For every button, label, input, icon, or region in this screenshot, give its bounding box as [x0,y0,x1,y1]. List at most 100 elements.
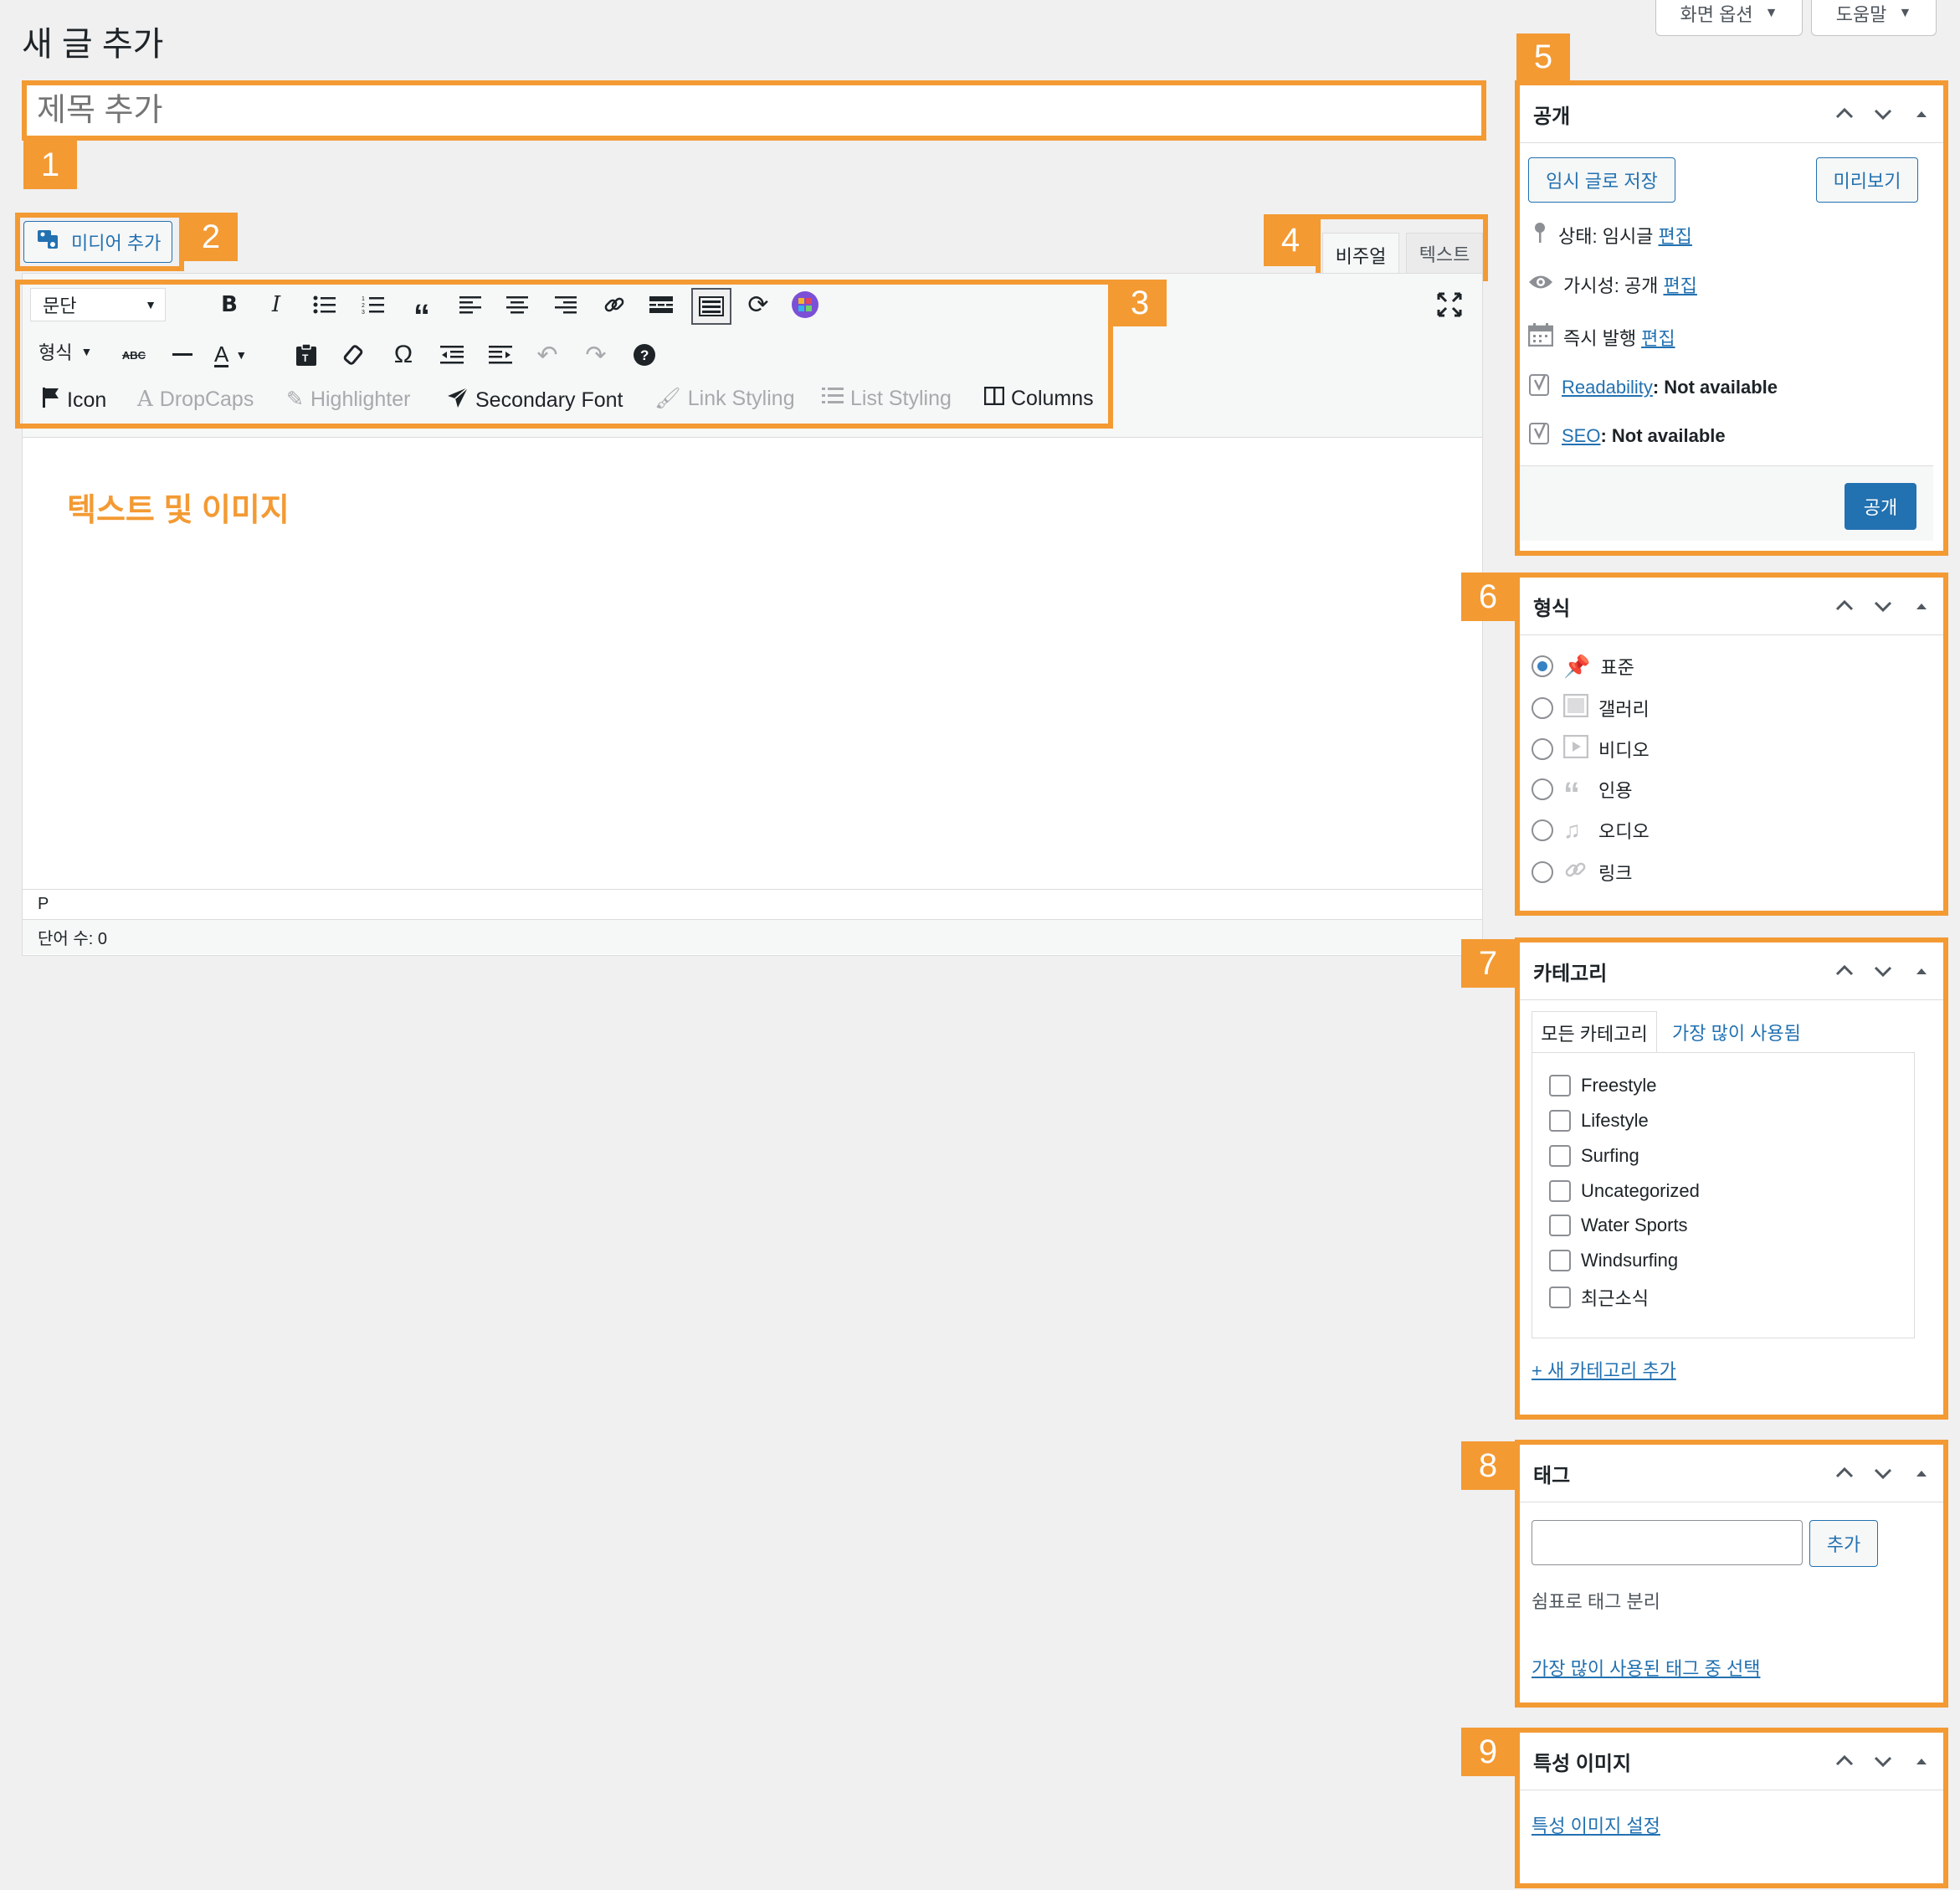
edit-visibility-link[interactable]: 편집 [1663,271,1696,298]
undo-icon[interactable]: ↶ [532,340,562,370]
save-draft-button[interactable]: 임시 글로 저장 [1528,157,1675,203]
checkbox[interactable] [1549,1145,1571,1167]
format-option[interactable]: “ 인용 [1532,776,1632,811]
format-option[interactable]: 비디오 [1532,734,1650,763]
special-char-icon[interactable]: Ω [388,340,418,370]
checkbox[interactable] [1549,1287,1571,1308]
horizontal-line-icon[interactable] [167,340,198,370]
tag-input[interactable] [1532,1520,1803,1565]
radio-button[interactable] [1532,819,1553,841]
redo-icon[interactable]: ↷ [581,340,611,370]
set-featured-image-link[interactable]: 특성 이미지 설정 [1532,1811,1660,1838]
plugin-list-styling-button[interactable]: List Styling [822,387,952,411]
category-item[interactable]: Uncategorized [1549,1180,1700,1202]
help-button[interactable]: 도움말 ▼ [1811,0,1937,36]
edit-status-link[interactable]: 편집 [1658,222,1691,249]
bullet-list-icon[interactable] [310,290,340,320]
italic-icon[interactable]: I [261,290,291,320]
add-tag-button[interactable]: 추가 [1809,1520,1878,1567]
blockquote-icon[interactable]: “ [407,290,437,335]
collapse-triangle-icon[interactable] [1911,1463,1932,1483]
chevron-up-icon[interactable] [1834,104,1855,124]
choose-tags-link[interactable]: 가장 많이 사용된 태그 중 선택 [1532,1654,1760,1681]
align-left-icon[interactable] [455,290,485,320]
checkbox[interactable] [1549,1180,1571,1202]
plugin-highlighter-button[interactable]: ✎ Highlighter [286,387,410,412]
clear-format-icon[interactable] [340,340,370,370]
readability-link[interactable]: Readability [1562,377,1653,398]
chevron-up-icon[interactable] [1834,1463,1855,1483]
chevron-down-icon[interactable] [1873,596,1893,616]
collapse-triangle-icon[interactable] [1911,1751,1932,1771]
category-item[interactable]: 최근소식 [1549,1284,1649,1311]
format-select[interactable]: 문단 ▼ [30,288,166,321]
category-item[interactable]: Freestyle [1549,1075,1656,1097]
link-icon[interactable] [599,290,629,320]
plugin-dropcaps-button[interactable]: A DropCaps [137,387,254,412]
title-input[interactable] [27,85,1481,136]
edit-schedule-link[interactable]: 편집 [1641,324,1675,351]
checkbox[interactable] [1549,1075,1571,1097]
radio-button[interactable] [1532,738,1553,760]
callout-9: 9 [1461,1728,1515,1776]
plugin-link-styling-button[interactable]: 🖌 Link Styling [654,387,795,411]
add-media-button[interactable]: 미디어 추가 [23,221,172,263]
read-more-icon[interactable] [646,290,676,320]
collapse-triangle-icon[interactable] [1911,961,1932,981]
chevron-down-icon[interactable] [1873,1751,1893,1771]
outdent-icon[interactable] [437,340,467,370]
chevron-up-icon[interactable] [1834,961,1855,981]
checkbox[interactable] [1549,1250,1571,1271]
toolbar-toggle-icon[interactable] [691,288,731,325]
screen-options-button[interactable]: 화면 옵션 ▼ [1655,0,1803,36]
radio-button[interactable] [1532,697,1553,719]
format-option[interactable]: ♫ 오디오 [1532,817,1650,844]
plugin-label: Icon [67,388,107,412]
help-icon[interactable]: ? [629,340,659,370]
radio-button[interactable] [1532,655,1553,677]
chevron-down-icon[interactable] [1873,104,1893,124]
fullscreen-icon[interactable] [1434,290,1465,320]
radio-button[interactable] [1532,778,1553,800]
numbered-list-icon[interactable]: 123 [358,290,388,320]
bold-icon[interactable]: B [214,290,244,320]
plugin-secondary-font-button[interactable]: Secondary Font [447,387,623,414]
add-new-category-link[interactable]: + 새 카테고리 추가 [1532,1356,1676,1383]
indent-icon[interactable] [485,340,516,370]
format-option[interactable]: 링크 [1532,858,1632,886]
format-option[interactable]: 📌 표준 [1532,653,1634,680]
refresh-icon[interactable]: ⟳ [743,290,773,320]
category-item[interactable]: Lifestyle [1549,1110,1649,1132]
text-color-icon[interactable]: A ▼ [214,340,273,370]
gallery-icon [1562,693,1589,722]
plugin-grid-icon[interactable] [790,290,820,320]
align-center-icon[interactable] [502,290,532,320]
strikethrough-icon[interactable]: ABC [119,340,149,370]
collapse-triangle-icon[interactable] [1911,596,1932,616]
tab-most-used[interactable]: 가장 많이 사용됨 [1665,1011,1801,1053]
radio-button[interactable] [1532,861,1553,883]
seo-link[interactable]: SEO [1562,425,1600,447]
category-item[interactable]: Surfing [1549,1145,1639,1167]
paste-text-icon[interactable]: T [291,340,321,370]
align-right-icon[interactable] [551,290,581,320]
category-item[interactable]: Windsurfing [1549,1250,1678,1271]
format-option[interactable]: 갤러리 [1532,693,1650,722]
chevron-up-icon[interactable] [1834,1751,1855,1771]
category-item[interactable]: Water Sports [1549,1215,1688,1236]
media-icon [36,227,61,257]
collapse-triangle-icon[interactable] [1911,104,1932,124]
plugin-icon-button[interactable]: Icon [42,387,106,414]
chevron-up-icon[interactable] [1834,596,1855,616]
tab-text[interactable]: 텍스트 [1406,233,1483,275]
plugin-columns-button[interactable]: Columns [983,386,1094,411]
tab-visual[interactable]: 비주얼 [1322,233,1399,276]
checkbox[interactable] [1549,1215,1571,1236]
checkbox[interactable] [1549,1110,1571,1132]
chevron-down-icon[interactable] [1873,1463,1893,1483]
tab-all-categories[interactable]: 모든 카테고리 [1532,1011,1657,1053]
publish-button[interactable]: 공개 [1845,483,1916,530]
preview-button[interactable]: 미리보기 [1816,157,1918,203]
chevron-down-icon[interactable] [1873,961,1893,981]
styles-select[interactable]: 형식 ▼ [38,338,92,365]
